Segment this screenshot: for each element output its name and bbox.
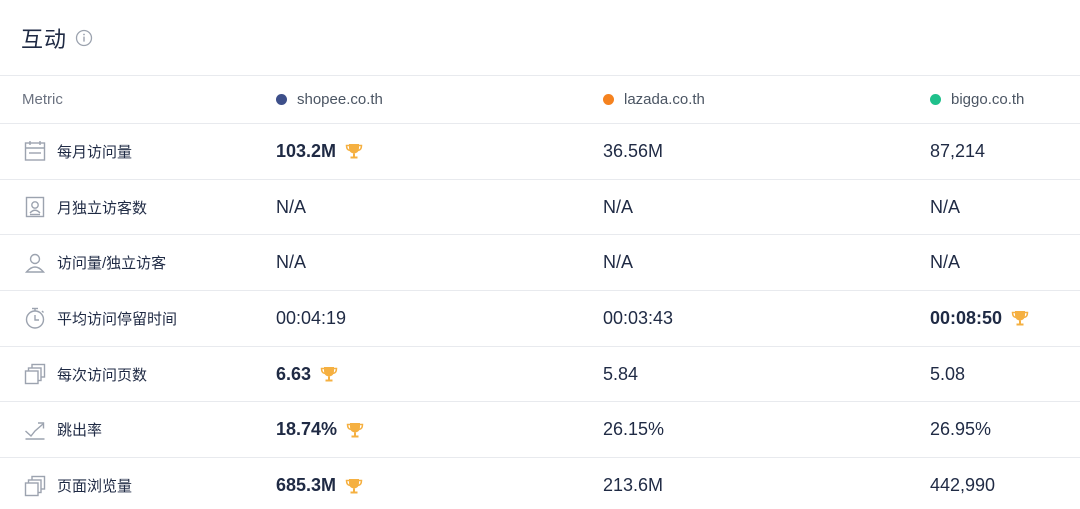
value-cell: N/A <box>930 197 960 218</box>
value-cell: 36.56M <box>603 141 663 162</box>
table-row: 月独立访客数 N/A N/A N/A <box>0 180 1080 236</box>
metric-value: 87,214 <box>930 140 986 161</box>
user-icon <box>22 250 48 276</box>
section-title: 互动 <box>21 26 68 52</box>
metric-value: N/A <box>930 252 961 273</box>
engagement-card: 互动 Metric shopee.co.th lazada.co.th bigg… <box>0 0 1080 509</box>
pages-icon <box>22 361 48 387</box>
metric-label: 页面浏览量 <box>57 478 133 496</box>
value-cell: 213.6M <box>603 475 663 496</box>
metric-label: 每月访问量 <box>57 143 133 161</box>
metric-cell: 每月访问量 <box>22 138 132 164</box>
metric-value: 5.84 <box>603 363 639 384</box>
bounce-icon <box>22 417 48 443</box>
table-row: 平均访问停留时间 00:04:19 00:03:43 00:08:50 <box>0 291 1080 347</box>
metric-cell: 页面浏览量 <box>22 473 132 499</box>
site-column-header: shopee.co.th <box>276 91 383 108</box>
site-column-header: biggo.co.th <box>930 91 1024 108</box>
value-cell: N/A <box>276 252 306 273</box>
trophy-icon <box>344 476 364 496</box>
table-row: 页面浏览量 685.3M 213.6M 442,990 <box>0 458 1080 509</box>
metric-value: N/A <box>276 252 307 273</box>
value-cell: 26.95% <box>930 419 991 440</box>
trophy-icon <box>344 141 364 161</box>
value-cell: 685.3M <box>276 475 364 496</box>
trophy-icon <box>345 420 365 440</box>
value-cell: 5.08 <box>930 364 965 385</box>
value-cell: 5.84 <box>603 364 638 385</box>
metric-value: 26.15% <box>603 419 665 440</box>
metric-value: 103.2M <box>276 140 337 161</box>
value-cell: N/A <box>603 197 633 218</box>
site-name: shopee.co.th <box>297 91 383 108</box>
metric-cell: 每次访问页数 <box>22 361 147 387</box>
metric-value: 5.08 <box>930 363 966 384</box>
value-cell: 6.63 <box>276 364 339 385</box>
metric-value: N/A <box>276 196 307 217</box>
metric-cell: 访问量/独立访客 <box>22 250 166 276</box>
trophy-icon <box>1010 308 1030 328</box>
value-cell: 442,990 <box>930 475 995 496</box>
value-cell: 00:08:50 <box>930 308 1030 329</box>
metric-value: N/A <box>603 252 634 273</box>
metric-value: 685.3M <box>276 475 337 496</box>
site-color-dot <box>603 94 614 105</box>
metric-value: 00:03:43 <box>603 307 674 328</box>
metric-column-header: Metric <box>22 91 63 108</box>
metric-label: 月独立访客数 <box>57 199 148 217</box>
value-cell: N/A <box>276 197 306 218</box>
metric-value: 36.56M <box>603 140 664 161</box>
metric-label: 跳出率 <box>57 422 103 440</box>
table-body: 每月访问量 103.2M 36.56M 87,214 月独立访客数 N/A N/A N/A 访问… <box>0 124 1080 509</box>
calendar-icon <box>22 138 48 164</box>
value-cell: 00:03:43 <box>603 308 673 329</box>
metric-label: 每次访问页数 <box>57 366 148 384</box>
table-row: 每月访问量 103.2M 36.56M 87,214 <box>0 124 1080 180</box>
site-name: biggo.co.th <box>951 91 1025 108</box>
metric-cell: 平均访问停留时间 <box>22 305 177 331</box>
table-row: 访问量/独立访客 N/A N/A N/A <box>0 235 1080 292</box>
value-cell: 18.74% <box>276 419 365 440</box>
card-header: 互动 <box>0 0 1080 76</box>
metric-cell: 月独立访客数 <box>22 194 147 220</box>
value-cell: 87,214 <box>930 141 985 162</box>
metric-label: 平均访问停留时间 <box>57 310 178 328</box>
metric-value: 6.63 <box>276 363 312 384</box>
table-row: 每次访问页数 6.63 5.84 5.08 <box>0 347 1080 403</box>
trophy-icon <box>319 364 339 384</box>
site-column-header: lazada.co.th <box>603 91 705 108</box>
table-row: 跳出率 18.74% 26.15% 26.95% <box>0 402 1080 459</box>
stopwatch-icon <box>22 305 48 331</box>
metric-value: 00:08:50 <box>930 307 1003 328</box>
metric-value: 26.95% <box>930 419 992 440</box>
metric-value: 213.6M <box>603 475 664 496</box>
site-name: lazada.co.th <box>624 91 705 108</box>
metric-cell: 跳出率 <box>22 417 102 443</box>
site-color-dot <box>276 94 287 105</box>
table-header: Metric shopee.co.th lazada.co.th biggo.c… <box>0 76 1080 124</box>
metric-value: N/A <box>603 196 634 217</box>
value-cell: 103.2M <box>276 141 364 162</box>
info-icon[interactable] <box>75 29 93 47</box>
value-cell: 26.15% <box>603 419 664 440</box>
value-cell: N/A <box>930 252 960 273</box>
metric-value: N/A <box>930 196 961 217</box>
metric-value: 442,990 <box>930 475 996 496</box>
metric-value: 18.74% <box>276 419 338 440</box>
metric-label: 访问量/独立访客 <box>57 255 167 273</box>
metric-value: 00:04:19 <box>276 307 347 328</box>
id-card-icon <box>22 194 48 220</box>
value-cell: N/A <box>603 252 633 273</box>
pages-icon <box>22 473 48 499</box>
site-color-dot <box>930 94 941 105</box>
value-cell: 00:04:19 <box>276 308 346 329</box>
